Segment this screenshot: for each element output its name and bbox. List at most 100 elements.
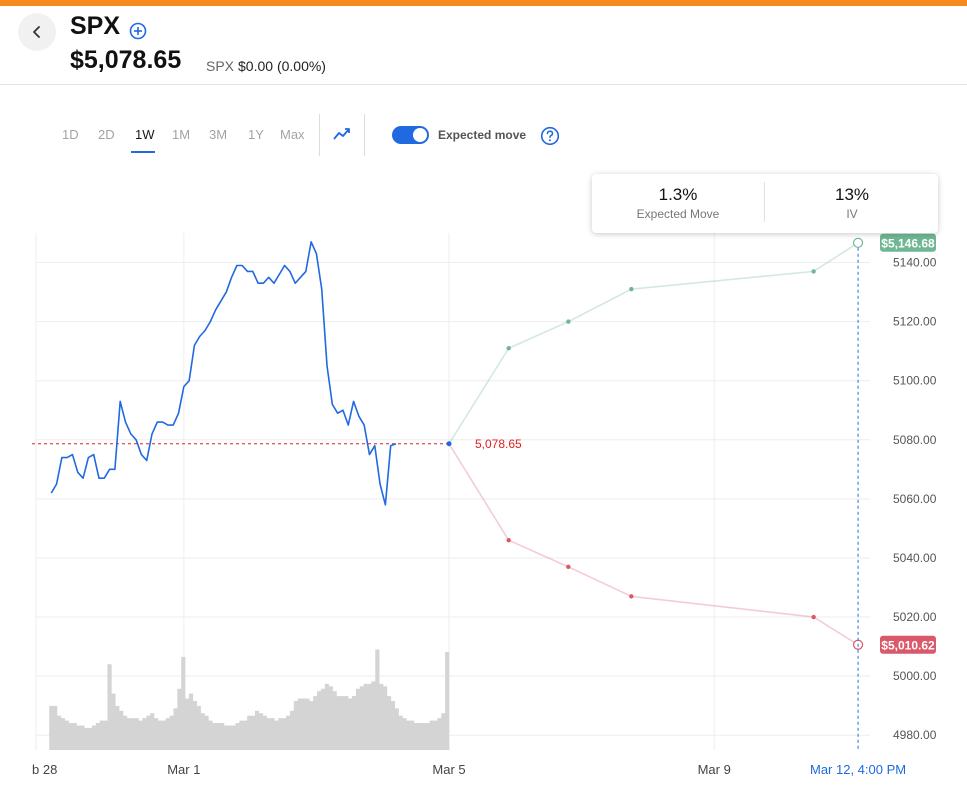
volume-bar (320, 688, 326, 750)
price-end-point (446, 441, 452, 447)
expected-move-cell: 1.3% Expected Move (592, 174, 764, 233)
volume-bar (305, 698, 310, 750)
volume-bar (95, 723, 101, 750)
expected-move-lower-line (448, 443, 859, 646)
volume-bar (154, 718, 159, 750)
volume-bar (433, 720, 438, 750)
volume-bar (332, 691, 337, 750)
volume-bar (309, 701, 314, 750)
volume-bar (88, 727, 93, 750)
y-tick-label: 5000.00 (893, 669, 937, 683)
y-tick-label: 4980.00 (893, 728, 937, 742)
volume-bar (293, 701, 298, 750)
volume-bar (266, 718, 271, 750)
volume-bar (317, 691, 322, 750)
volume-bar (107, 664, 112, 750)
volume-bar (301, 698, 306, 750)
volume-bar (204, 715, 209, 750)
expected-move-lower-point (811, 614, 816, 620)
volume-bar (84, 727, 89, 750)
volume-bar (119, 710, 124, 750)
volume-bar (371, 681, 376, 750)
volume-bar (340, 696, 345, 750)
volume-bars (49, 649, 450, 750)
volume-bar (150, 713, 155, 750)
volume-bar (289, 710, 295, 750)
volume-bar (103, 720, 108, 750)
y-tick-label: 5060.00 (893, 492, 937, 506)
expected-move-label: Expected Move (636, 207, 720, 221)
upper-target-badge: $5,146.68 (880, 233, 936, 252)
upper-target-badge-text: $5,146.68 (881, 236, 935, 250)
volume-bar (262, 715, 267, 750)
expected-move-upper-point (629, 286, 634, 292)
y-tick-label: 5120.00 (893, 315, 937, 329)
volume-bar (122, 715, 128, 750)
volume-bar (398, 715, 403, 750)
volume-bar (57, 715, 62, 750)
volume-bar (130, 718, 135, 750)
x-tick-label: Mar 1 (167, 762, 200, 777)
volume-bar (243, 720, 248, 750)
volume-bar (91, 725, 97, 750)
volume-bar (231, 725, 236, 750)
volume-bar (60, 718, 66, 750)
volume-bar (188, 693, 194, 750)
expected-move-upper-point (506, 346, 511, 351)
volume-bar (390, 701, 395, 750)
current-price-label: 5,078.65 (475, 437, 522, 451)
volume-bar (200, 713, 205, 750)
y-tick-label: 5040.00 (893, 551, 937, 565)
volume-bar (208, 720, 213, 750)
volume-bar (53, 705, 58, 750)
volume-bar (239, 720, 244, 750)
x-tick-label: Mar 12, 4:00 PM (810, 762, 906, 777)
expected-move-upper-end-point (852, 237, 864, 248)
x-tick-label: b 28 (32, 762, 57, 777)
volume-bar (254, 710, 260, 750)
volume-bar (441, 713, 446, 750)
volume-bar (177, 688, 182, 750)
volume-bar (355, 688, 361, 750)
expected-move-lower-point (629, 594, 634, 599)
volume-bar (223, 725, 229, 750)
y-tick-label: 5020.00 (893, 610, 937, 624)
volume-bar (375, 649, 380, 750)
volume-bar (429, 720, 434, 750)
price-line (50, 241, 397, 506)
y-tick-label: 5100.00 (893, 374, 937, 388)
volume-bar (80, 725, 85, 750)
volume-bar (99, 720, 104, 750)
volume-bar (138, 720, 143, 750)
volume-bar (274, 720, 279, 750)
lower-target-badge: $5,010.62 (880, 635, 936, 654)
volume-bar (72, 723, 77, 750)
iv-value: 13% (834, 185, 870, 204)
volume-bar (324, 683, 330, 750)
volume-bar (227, 725, 232, 750)
volume-bar (212, 723, 217, 750)
price-chart[interactable]: 4980.00 5000.00 5020.00 5040.00 5060.00 5080.… (0, 0, 967, 800)
volume-bar (359, 686, 364, 750)
volume-bar (417, 723, 423, 750)
y-tick-label: 5140.00 (893, 256, 937, 270)
volume-bar (161, 720, 166, 750)
volume-bar (297, 698, 302, 750)
volume-bar (111, 693, 116, 750)
expected-move-card: 1.3% Expected Move 13% IV (592, 174, 938, 233)
volume-bar (406, 720, 411, 750)
iv-cell: 13% IV (766, 174, 938, 233)
volume-bar (196, 705, 201, 750)
expected-move-upper-point (566, 319, 571, 324)
volume-bar (445, 652, 450, 750)
volume-bar (49, 705, 54, 750)
volume-bar (173, 708, 178, 750)
volume-bar (270, 718, 275, 750)
volume-bar (165, 718, 170, 750)
volume-bar (258, 713, 264, 750)
expected-move-value: 1.3% (658, 185, 698, 204)
volume-bar (247, 715, 252, 750)
lower-target-badge-text: $5,010.62 (881, 638, 935, 652)
volume-bar (251, 715, 256, 750)
expected-move-lower-point (566, 564, 571, 570)
